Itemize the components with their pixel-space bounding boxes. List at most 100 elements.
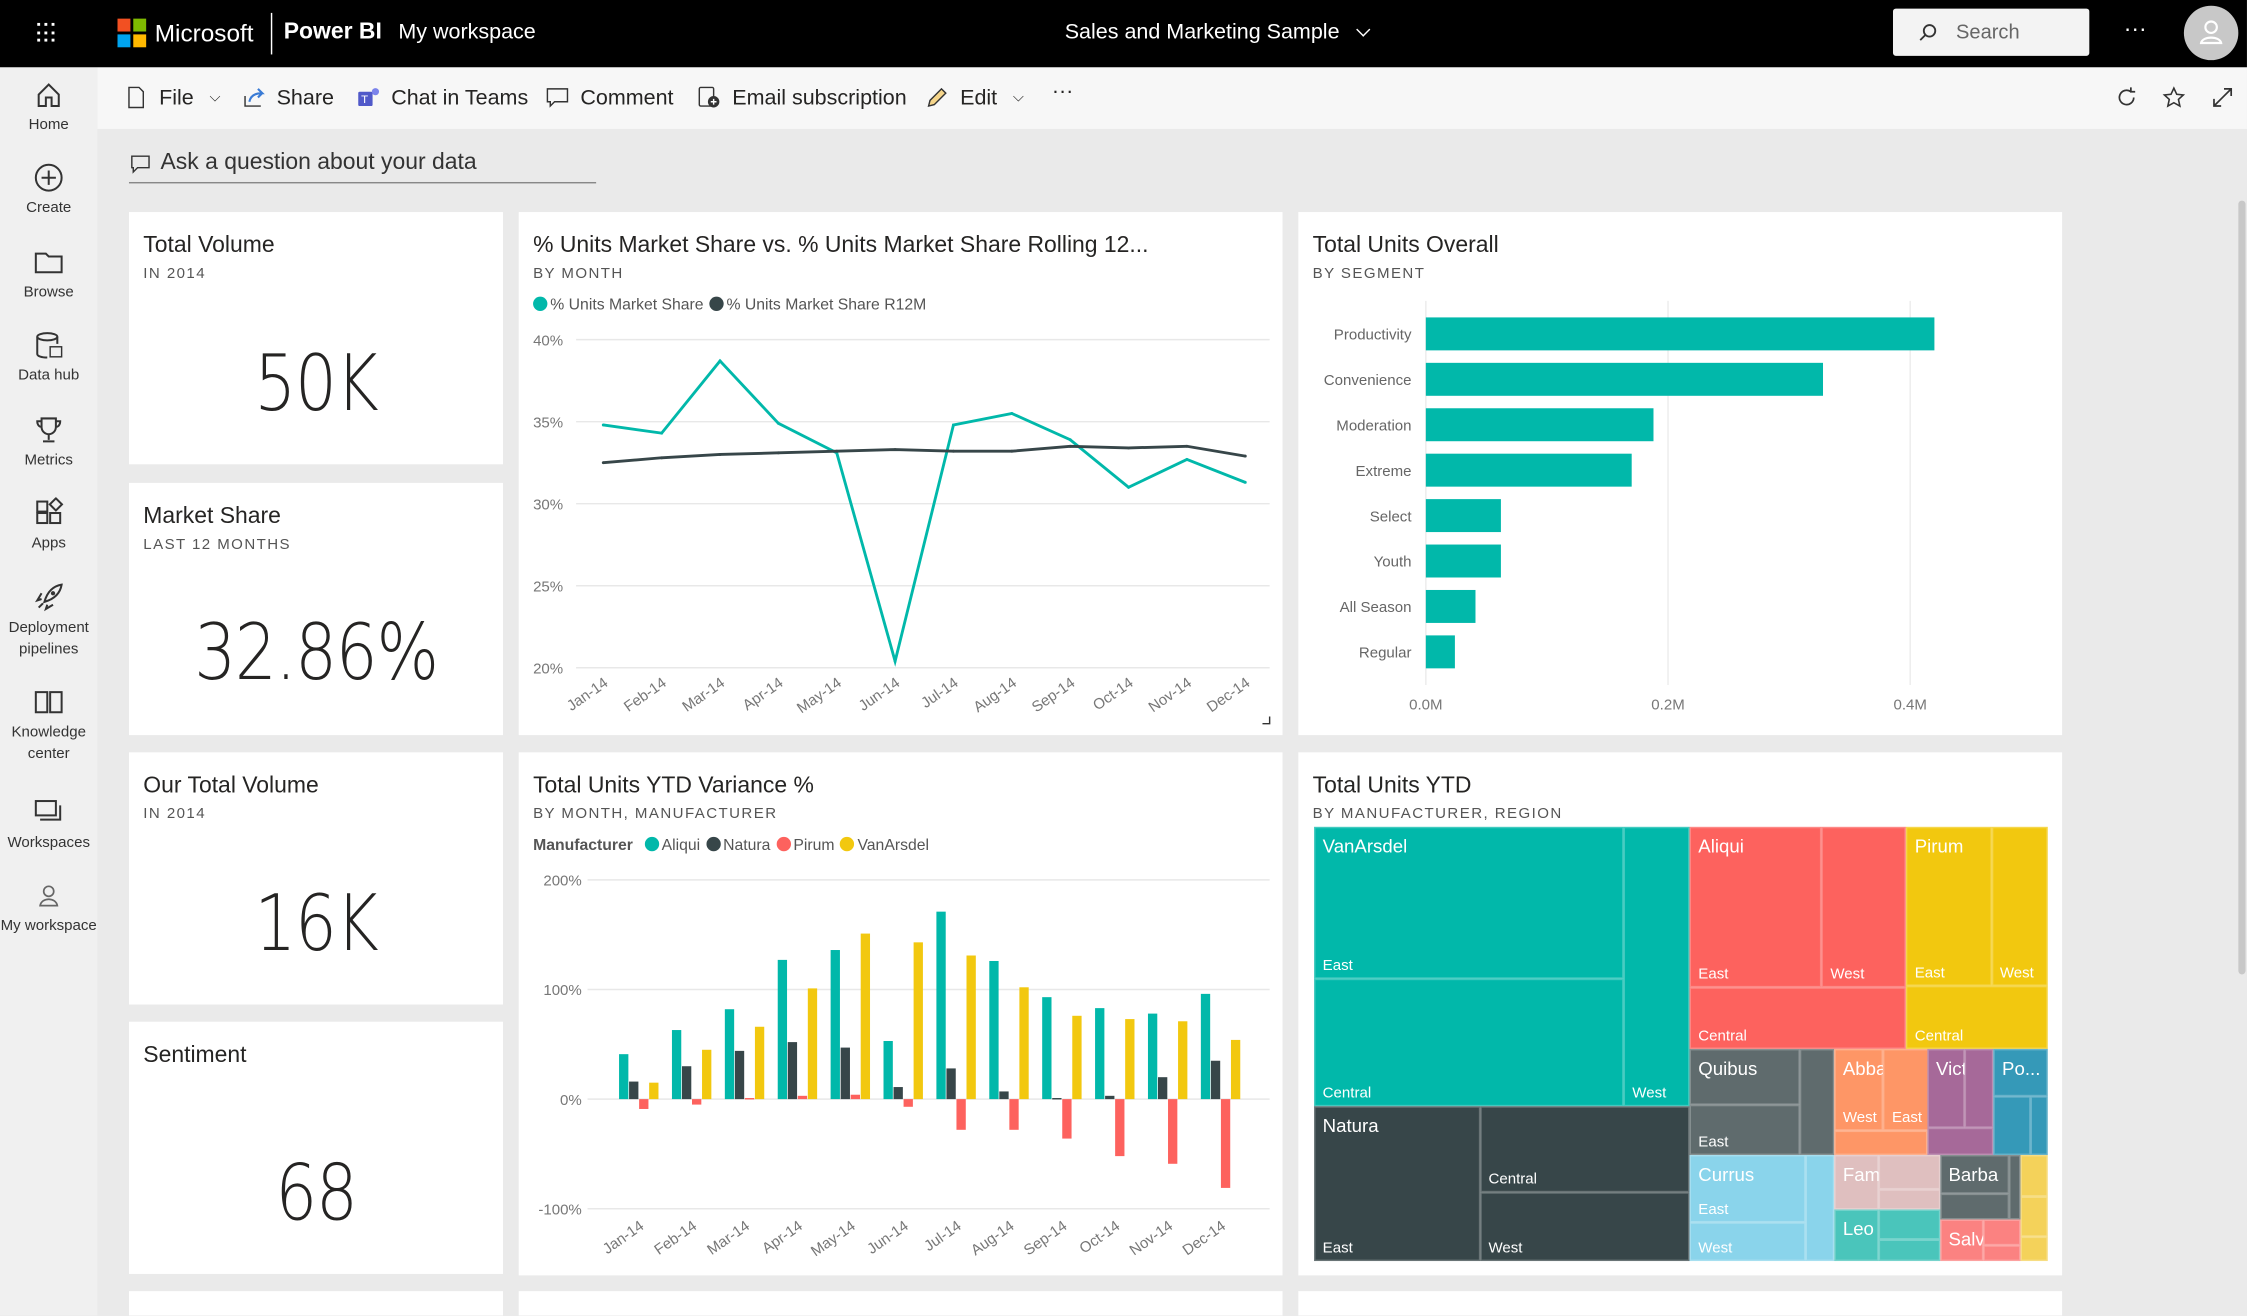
data-point	[776, 421, 780, 425]
variance-column-chart-tile[interactable]: Total Units YTD Variance % BY MONTH, MAN…	[518, 752, 1283, 1276]
kpi-tile-market-share[interactable]: Market Share LAST 12 MONTHS 32.86%	[128, 482, 503, 736]
treemap-cell-natura[interactable]: Natura East	[1314, 1105, 1480, 1262]
treemap-cell-natura[interactable]: West	[1479, 1192, 1690, 1262]
sidebar-item-my-workspace[interactable]: My workspace	[0, 880, 97, 937]
treemap-cell-fama[interactable]	[1878, 1189, 1940, 1210]
treemap-cell-abbas[interactable]: East	[1883, 1048, 1929, 1131]
treemap-cell-natura[interactable]: Central	[1479, 1105, 1690, 1193]
file-menu[interactable]: File ⌵	[123, 85, 220, 111]
segment-bar-chart-tile[interactable]: Total Units Overall BY SEGMENT 0.0M 0.2M 0…	[1298, 212, 2063, 736]
category-label: Regular	[1359, 645, 1412, 662]
workspace-link[interactable]: My workspace	[398, 20, 535, 44]
treemap-cell-aliqui[interactable]: West	[1821, 826, 1907, 987]
tile-partial[interactable]	[518, 1291, 1283, 1316]
sidebar-item-browse[interactable]: Browse	[0, 246, 97, 303]
edit-menu[interactable]: Edit ⌵	[924, 85, 1024, 111]
treemap-cell-pirum[interactable]: Central	[1906, 986, 2048, 1049]
treemap-cell-other[interactable]	[2020, 1195, 2048, 1238]
share-button[interactable]: Share	[241, 85, 334, 111]
treemap-cell-pirum[interactable]: West	[1991, 826, 2048, 987]
treemap-cell-currus[interactable]	[1805, 1154, 1835, 1262]
app-launcher-icon[interactable]	[37, 22, 57, 43]
treemap-cell-leo[interactable]	[1878, 1209, 1940, 1241]
search-box[interactable]: Search	[1892, 8, 2090, 56]
treemap-cell-quibus[interactable]: East	[1689, 1104, 1800, 1155]
sidebar-item-data-hub[interactable]: Data hub	[0, 330, 97, 387]
tile-partial[interactable]	[1298, 1291, 2063, 1316]
sidebar-item-deployment-pipelines[interactable]: Deployment pipelines	[0, 582, 97, 661]
qa-input[interactable]: Ask a question about your data	[128, 143, 597, 184]
treemap-cell-pirum[interactable]: Pirum East	[1906, 826, 1992, 987]
avatar[interactable]	[2183, 5, 2239, 61]
treemap-cell-fama[interactable]	[1878, 1154, 1940, 1190]
treemap-cell-vict[interactable]	[1964, 1048, 1994, 1129]
email-subscription-button[interactable]: Email subscription	[696, 85, 907, 111]
x-tick-label: Jul-14	[921, 1217, 964, 1254]
treemap-cell-aliqui[interactable]: Aliqui East	[1689, 826, 1822, 987]
refresh-icon[interactable]	[2115, 86, 2138, 109]
sidebar-item-workspaces[interactable]: Workspaces	[0, 797, 97, 854]
data-point	[601, 461, 605, 465]
report-title-dropdown[interactable]: Sales and Marketing Sample	[1065, 20, 1371, 44]
treemap-cell-aliqui[interactable]: Central	[1689, 986, 1907, 1049]
favorite-star-icon[interactable]	[2162, 86, 2186, 109]
treemap-cell-salvus[interactable]: Salvus	[1939, 1219, 2004, 1262]
treemap-cell-barba[interactable]	[2009, 1154, 2021, 1220]
sidebar-item-metrics[interactable]: Metrics	[0, 414, 97, 471]
segment-bar-chart: 0.0M 0.2M 0.4M Productivity Convenience Moder…	[1324, 300, 1935, 713]
treemap-cell-vict[interactable]: Vict...	[1927, 1048, 1982, 1129]
treemap-cell-po[interactable]: Po...	[1993, 1048, 2048, 1097]
sidebar-item-knowledge-center[interactable]: Knowledge center	[0, 686, 97, 765]
treemap-cell-quibus[interactable]	[1799, 1048, 1835, 1155]
home-icon	[37, 83, 60, 108]
treemap-cell-vanarsdel[interactable]: Central	[1314, 978, 1624, 1106]
treemap-cell-po[interactable]	[1993, 1096, 2031, 1155]
treemap-cell-vanarsdel[interactable]: VanArsdel East	[1314, 826, 1624, 979]
treemap-cell-quibus[interactable]: Quibus	[1689, 1048, 1800, 1105]
product-label[interactable]: Power BI	[284, 20, 382, 46]
fullscreen-icon[interactable]	[2211, 86, 2234, 109]
sidebar-item-create[interactable]: Create	[0, 162, 97, 219]
treemap-cell-salvus[interactable]	[1983, 1219, 2021, 1246]
treemap-tile[interactable]: Total Units YTD BY MANUFACTURER, REGION …	[1298, 752, 2063, 1276]
vertical-scrollbar[interactable]	[2238, 200, 2246, 975]
data-point	[1068, 438, 1072, 442]
treemap-cell-leo[interactable]	[1878, 1240, 1940, 1262]
kpi-tile-total-volume[interactable]: Total Volume IN 2014 50K	[128, 212, 503, 465]
more-options-icon[interactable]: ···	[2124, 17, 2147, 43]
line-chart-tile[interactable]: % Units Market Share vs. % Units Market …	[518, 212, 1283, 736]
kpi-tile-our-total-volume[interactable]: Our Total Volume IN 2014 16K	[128, 752, 503, 1005]
treemap-manufacturer-label: Leo	[1842, 1218, 1874, 1240]
tile-partial[interactable]	[128, 1291, 503, 1316]
treemap-cell-vanarsdel[interactable]: West	[1623, 826, 1690, 1106]
brand-label: Microsoft	[154, 20, 254, 48]
treemap-cell-barba[interactable]	[1939, 1193, 2010, 1220]
category-label: All Season	[1340, 599, 1412, 616]
bar-vanarsdel-feb-14	[702, 1049, 712, 1100]
comment-button[interactable]: Comment	[545, 85, 674, 111]
treemap-cell-other[interactable]	[2020, 1237, 2048, 1262]
treemap-cell-barba[interactable]: Barba	[1939, 1154, 2010, 1194]
bar-aliqui-aug-14	[989, 960, 999, 1100]
treemap-cell-currus[interactable]: West	[1689, 1221, 1806, 1262]
treemap-cell-po[interactable]	[2030, 1096, 2048, 1155]
treemap-cell-salvus[interactable]	[1983, 1245, 2021, 1262]
chat-in-teams-button[interactable]: T Chat in Teams	[355, 85, 528, 111]
bar-convenience	[1425, 362, 1824, 396]
more-actions-button[interactable]: ···	[1052, 79, 1073, 103]
treemap-cell-vict[interactable]	[1927, 1128, 1994, 1155]
bar-natura-jun-14	[893, 1087, 903, 1100]
treemap-region-label: West	[1830, 965, 1865, 983]
treemap-cell-fama[interactable]: Fama	[1834, 1154, 1890, 1210]
treemap-cell-currus[interactable]: Currus East	[1689, 1154, 1806, 1222]
treemap-cell-other[interactable]	[2020, 1154, 2048, 1196]
kpi-tile-sentiment[interactable]: Sentiment 68	[128, 1021, 503, 1274]
treemap-cell-abbas[interactable]	[1834, 1130, 1928, 1155]
sidebar-item-apps[interactable]: Apps	[0, 497, 97, 554]
treemap-cell-leo[interactable]: Leo	[1834, 1209, 1879, 1262]
treemap-cell-abbas[interactable]: Abbas West	[1834, 1048, 1896, 1131]
sidebar-item-home[interactable]: Home	[0, 79, 97, 136]
bar-natura-sep-14	[1052, 1098, 1062, 1100]
trophy-icon	[36, 417, 62, 443]
tile-title: Market Share	[143, 504, 281, 529]
